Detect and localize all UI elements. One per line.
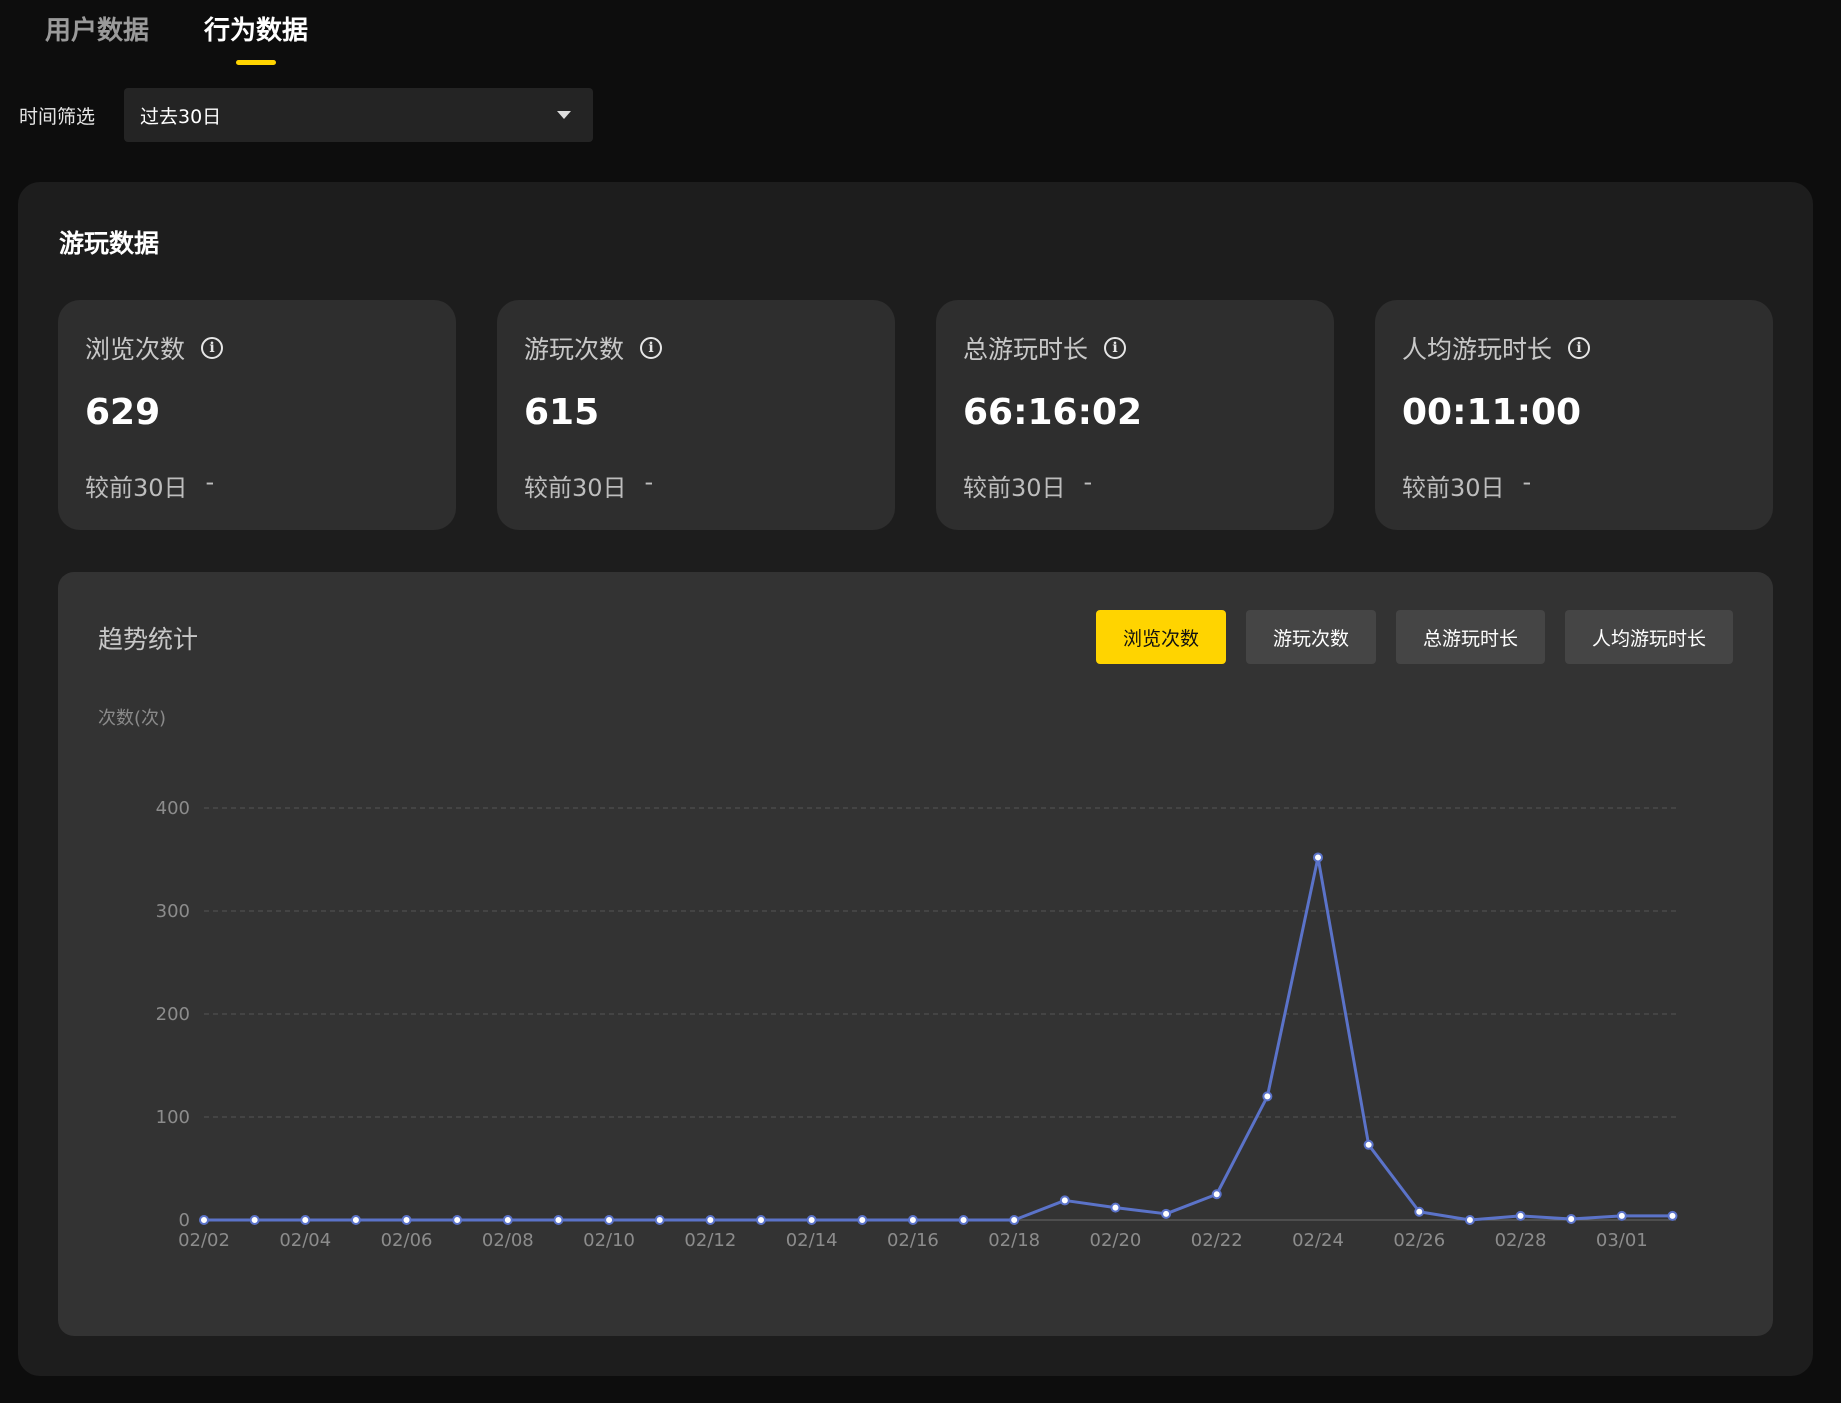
data-point — [1566, 1213, 1577, 1224]
stat-card-label: 浏览次数 — [85, 335, 186, 364]
x-tick-label: 02/02 — [178, 1230, 230, 1251]
play-data-panel: 游玩数据 浏览次数 i 629 较前30日 - 游玩次数 i 615 较前30日… — [18, 182, 1813, 1376]
info-icon[interactable]: i — [1104, 337, 1127, 359]
data-point — [1414, 1206, 1425, 1217]
time-filter-select[interactable]: 过去30日 — [124, 88, 593, 142]
tab-user-data[interactable]: 用户数据 — [45, 10, 149, 65]
x-tick-label: 03/01 — [1596, 1230, 1648, 1251]
stat-card-compare: 较前30日 - — [524, 468, 653, 503]
x-tick-label: 02/06 — [381, 1230, 433, 1251]
x-tick-label: 02/20 — [1090, 1230, 1142, 1251]
stat-card-head: 游玩次数 i — [524, 330, 663, 366]
data-point — [604, 1215, 615, 1225]
x-tick-label: 02/04 — [279, 1230, 331, 1251]
data-point — [705, 1215, 716, 1225]
data-point — [1211, 1189, 1222, 1200]
top-tabs: 用户数据 行为数据 — [45, 10, 308, 65]
time-filter-value: 过去30日 — [140, 105, 222, 128]
stat-card-compare: 较前30日 - — [85, 468, 214, 503]
series-line — [204, 855, 1673, 1222]
compare-value: - — [1522, 468, 1532, 496]
data-point — [857, 1215, 868, 1225]
stat-cards: 浏览次数 i 629 较前30日 - 游玩次数 i 615 较前30日 - 总游… — [58, 300, 1773, 530]
stat-card-compare: 较前30日 - — [963, 468, 1092, 503]
stat-card-avg-duration: 人均游玩时长 i 00:11:00 较前30日 - — [1375, 300, 1773, 530]
x-tick-label: 02/14 — [786, 1230, 838, 1251]
compare-label: 较前30日 — [1402, 474, 1505, 502]
x-tick-label: 02/28 — [1495, 1230, 1547, 1251]
stat-card-value: 615 — [524, 392, 600, 433]
data-point — [199, 1215, 209, 1225]
y-tick-label: 300 — [156, 901, 190, 922]
x-tick-label: 02/12 — [684, 1230, 736, 1251]
stat-card-value: 66:16:02 — [963, 392, 1143, 433]
data-point — [1262, 1091, 1273, 1102]
compare-label: 较前30日 — [85, 474, 188, 502]
stat-card-compare: 较前30日 - — [1402, 468, 1531, 503]
stat-card-views: 浏览次数 i 629 较前30日 - — [58, 300, 456, 530]
data-point — [806, 1215, 817, 1225]
data-point — [249, 1215, 260, 1225]
info-icon[interactable]: i — [1568, 337, 1591, 359]
x-tick-label: 02/18 — [988, 1230, 1040, 1251]
data-point — [1667, 1210, 1678, 1221]
trend-section: 趋势统计 浏览次数 游玩次数 总游玩时长 人均游玩时长 次数(次) 0 100 20… — [58, 572, 1773, 1336]
data-point — [1464, 1215, 1475, 1225]
stat-card-total-duration: 总游玩时长 i 66:16:02 较前30日 - — [936, 300, 1334, 530]
data-point — [350, 1215, 361, 1225]
data-point — [1616, 1210, 1627, 1221]
compare-label: 较前30日 — [524, 474, 627, 502]
tab-behavior-data[interactable]: 行为数据 — [204, 10, 308, 65]
data-point — [654, 1215, 665, 1225]
y-tick-label: 400 — [156, 798, 190, 819]
time-filter: 时间筛选 过去30日 — [19, 88, 593, 142]
stat-card-plays: 游玩次数 i 615 较前30日 - — [497, 300, 895, 530]
data-point — [300, 1215, 311, 1225]
x-tick-label: 02/10 — [583, 1230, 635, 1251]
x-tick-label: 02/26 — [1393, 1230, 1445, 1251]
data-point — [1313, 852, 1324, 863]
panel-title: 游玩数据 — [59, 229, 160, 258]
data-point — [1363, 1139, 1374, 1150]
y-tick-label: 200 — [156, 1004, 190, 1025]
data-point — [1110, 1202, 1121, 1213]
x-tick-label: 02/22 — [1191, 1230, 1243, 1251]
data-point — [452, 1215, 463, 1225]
data-point — [907, 1215, 918, 1225]
stat-card-label: 游玩次数 — [524, 335, 625, 364]
data-point — [1161, 1208, 1172, 1219]
compare-label: 较前30日 — [963, 474, 1066, 502]
caret-down-icon — [557, 111, 571, 119]
x-tick-label: 02/24 — [1292, 1230, 1344, 1251]
data-point — [1059, 1195, 1070, 1206]
info-icon[interactable]: i — [640, 337, 663, 359]
x-tick-label: 02/16 — [887, 1230, 939, 1251]
data-point — [502, 1215, 513, 1225]
stat-card-head: 浏览次数 i — [85, 330, 224, 366]
data-point — [1515, 1210, 1526, 1221]
compare-value: - — [644, 468, 654, 496]
stat-card-value: 00:11:00 — [1402, 392, 1582, 433]
stat-card-value: 629 — [85, 392, 161, 433]
info-icon[interactable]: i — [201, 337, 224, 359]
stat-card-label: 总游玩时长 — [963, 335, 1089, 364]
stat-card-head: 人均游玩时长 i — [1402, 330, 1591, 366]
stat-card-label: 人均游玩时长 — [1402, 335, 1553, 364]
data-point — [401, 1215, 412, 1225]
data-point — [553, 1215, 564, 1225]
trend-line-chart: 0 100 200 300 400 02/02 02/04 02/06 02/08 02/10 02… — [156, 798, 1678, 1251]
time-filter-label: 时间筛选 — [19, 105, 96, 128]
x-tick-label: 02/08 — [482, 1230, 534, 1251]
compare-value: - — [1083, 468, 1093, 496]
data-point — [1009, 1215, 1020, 1225]
y-tick-label: 100 — [156, 1107, 190, 1128]
data-point — [756, 1215, 767, 1225]
compare-value: - — [205, 468, 215, 496]
stat-card-head: 总游玩时长 i — [963, 330, 1127, 366]
data-point — [958, 1215, 969, 1225]
y-tick-label: 0 — [179, 1210, 190, 1231]
